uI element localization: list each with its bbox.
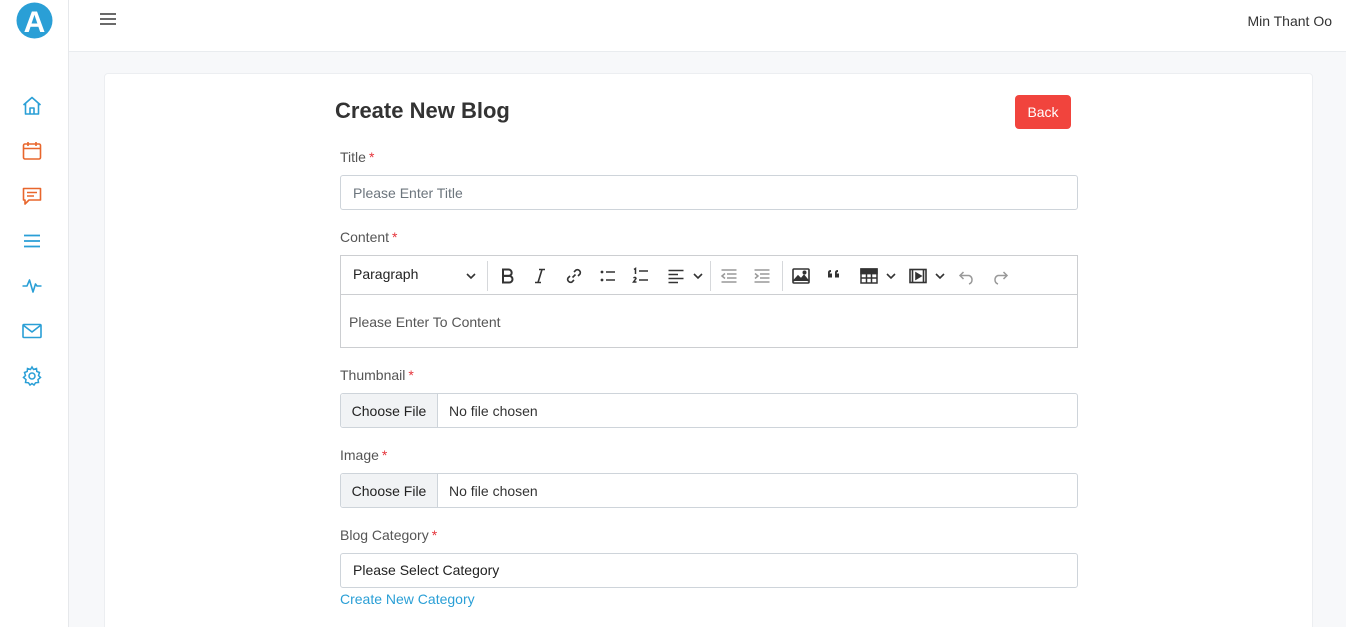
chevron-down-icon[interactable]: [929, 265, 951, 287]
italic-icon[interactable]: [529, 265, 551, 287]
activity-icon[interactable]: [20, 274, 44, 298]
main-card: [104, 73, 1313, 627]
editor-toolbar: Paragraph: [341, 256, 1077, 295]
home-icon[interactable]: [20, 94, 44, 118]
sidebar: A: [0, 0, 69, 627]
content-editor: Paragraph Please Enter To Content: [340, 255, 1078, 348]
numbered-list-icon[interactable]: [630, 265, 652, 287]
link-icon[interactable]: [563, 265, 585, 287]
required-mark: *: [431, 527, 438, 543]
redo-icon[interactable]: [989, 265, 1011, 287]
thumbnail-file-input[interactable]: Choose File No file chosen: [340, 393, 1078, 428]
image-label: Image *: [340, 447, 388, 463]
required-mark: *: [392, 229, 398, 245]
gear-icon[interactable]: [20, 364, 44, 388]
create-new-category-link[interactable]: Create New Category: [340, 591, 475, 607]
blog-category-select[interactable]: Please Select Category: [340, 553, 1078, 588]
page-title: Create New Blog: [335, 98, 510, 123]
blockquote-icon[interactable]: [824, 265, 846, 287]
editor-content-area[interactable]: Please Enter To Content: [349, 314, 501, 330]
logo-letter: A: [24, 6, 46, 39]
required-mark: *: [408, 367, 414, 383]
required-mark: *: [368, 149, 375, 165]
align-icon[interactable]: [665, 265, 687, 287]
thumbnail-choose-file-button[interactable]: Choose File: [341, 394, 438, 427]
toolbar-separator: [782, 261, 783, 291]
content-label: Content *: [340, 229, 398, 245]
chat-icon[interactable]: [20, 184, 44, 208]
toolbar-separator: [710, 261, 711, 291]
hamburger-menu-icon[interactable]: [97, 9, 121, 31]
outdent-icon[interactable]: [718, 265, 740, 287]
blog-category-label: Blog Category *: [340, 527, 438, 543]
calendar-icon[interactable]: [20, 139, 44, 163]
chevron-down-icon[interactable]: [460, 265, 482, 287]
title-input[interactable]: [340, 175, 1078, 210]
table-icon[interactable]: [858, 265, 880, 287]
required-mark: *: [381, 447, 388, 463]
user-name[interactable]: Min Thant Oo: [1247, 13, 1332, 29]
paragraph-dropdown[interactable]: Paragraph: [353, 266, 418, 282]
image-choose-file-button[interactable]: Choose File: [341, 474, 438, 507]
image-icon[interactable]: [790, 265, 812, 287]
list-icon[interactable]: [20, 229, 44, 253]
indent-icon[interactable]: [751, 265, 773, 287]
thumbnail-file-status: No file chosen: [449, 403, 538, 419]
mail-icon[interactable]: [20, 319, 44, 343]
bulleted-list-icon[interactable]: [597, 265, 619, 287]
media-embed-icon[interactable]: [907, 265, 929, 287]
app-logo[interactable]: A: [16, 2, 53, 39]
bold-icon[interactable]: [496, 265, 518, 287]
toolbar-separator: [487, 261, 488, 291]
image-file-status: No file chosen: [449, 483, 538, 499]
topbar: Min Thant Oo: [69, 0, 1346, 52]
undo-icon[interactable]: [956, 265, 978, 287]
back-button[interactable]: Back: [1015, 95, 1071, 129]
title-label: Title *: [340, 149, 375, 165]
chevron-down-icon[interactable]: [687, 265, 709, 287]
thumbnail-label: Thumbnail *: [340, 367, 414, 383]
image-file-input[interactable]: Choose File No file chosen: [340, 473, 1078, 508]
chevron-down-icon[interactable]: [880, 265, 902, 287]
